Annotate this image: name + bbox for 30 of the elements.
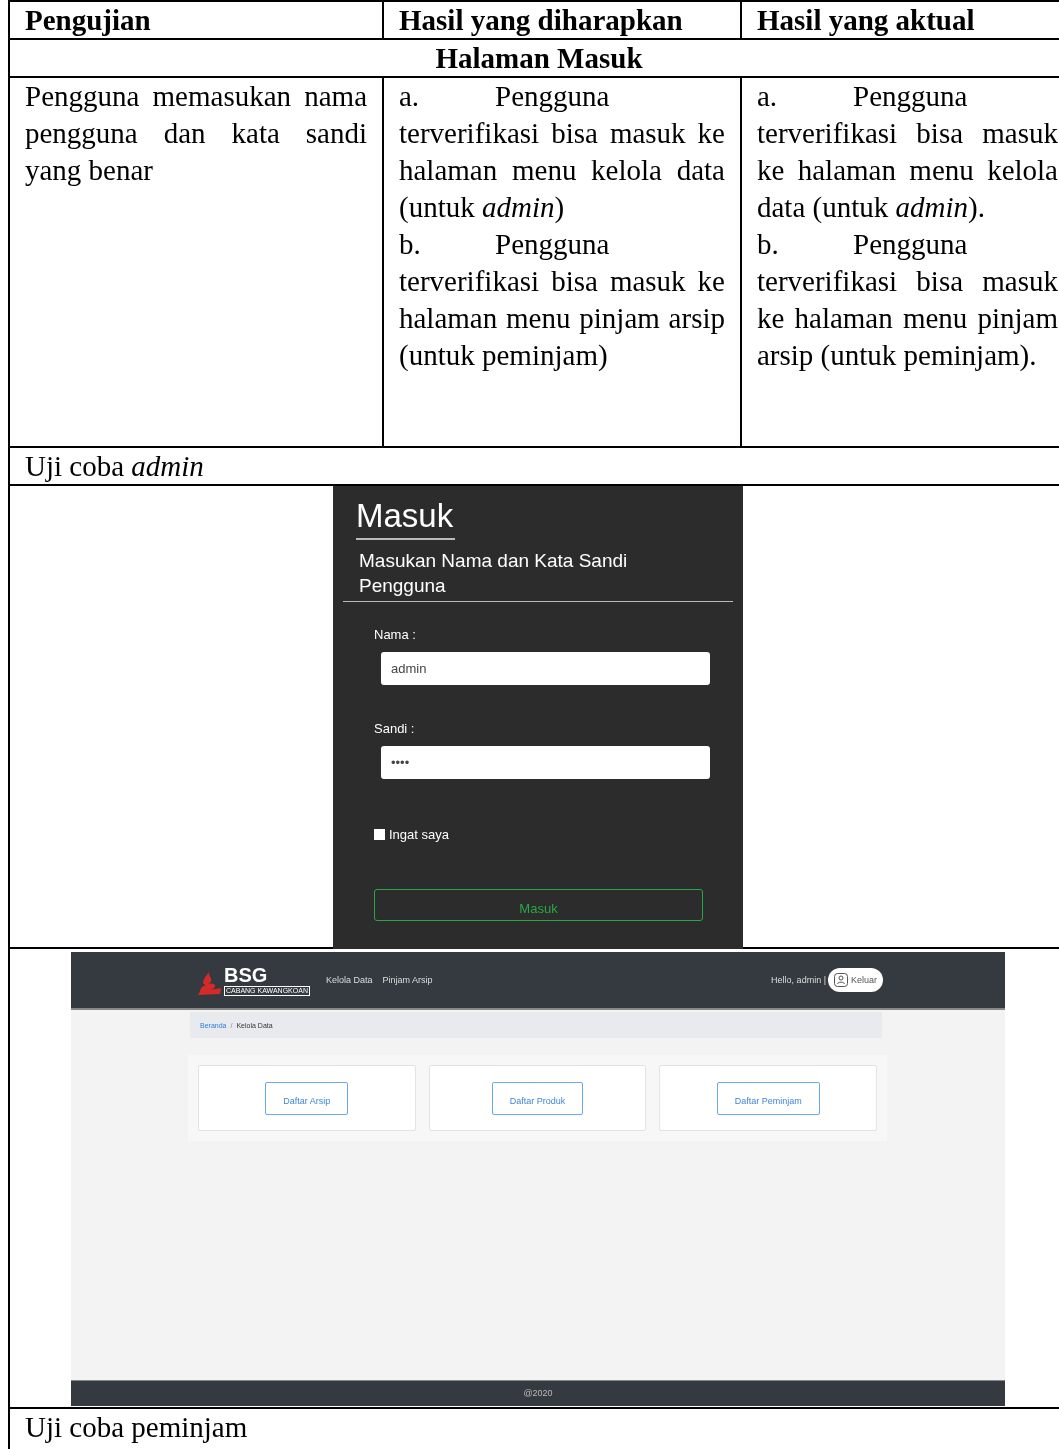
login-title: Masuk bbox=[356, 496, 456, 540]
logo-wordmark: BSG bbox=[224, 964, 268, 985]
list-item: b. Pengguna terverifikasi bisa masuk ke halaman menu pinjam arsip (untuk peminjam) bbox=[399, 227, 725, 373]
field-label: Sandi : bbox=[374, 721, 416, 737]
list-item: a. Pengguna terverifikasi bisa masuk ke halaman menu kelola data (untuk admin) bbox=[399, 79, 725, 225]
nav-link[interactable]: Kelola Data bbox=[325, 961, 373, 999]
checkbox[interactable] bbox=[374, 829, 385, 840]
text-field[interactable]: •••• bbox=[381, 746, 710, 779]
logout-button[interactable]: Keluar bbox=[828, 968, 883, 992]
menu-button[interactable]: Daftar Arsip bbox=[265, 1081, 349, 1115]
column-header: Pengujian bbox=[10, 2, 384, 38]
menu-button[interactable]: Daftar Peminjam bbox=[716, 1081, 820, 1115]
column-header: Hasil yang diharapkan bbox=[384, 2, 742, 38]
checkbox-label: Ingat saya bbox=[389, 826, 449, 844]
user-icon bbox=[834, 973, 848, 987]
section-title: Halaman Masuk bbox=[10, 40, 1059, 78]
login-button[interactable]: Masuk bbox=[374, 889, 703, 921]
row-label: Uji coba admin bbox=[25, 450, 204, 482]
row-label: Uji coba peminjam bbox=[25, 1411, 248, 1443]
list-item: a. Pengguna terverifikasi bisa masuk ke halaman menu kelola data (untuk admin). bbox=[757, 79, 1058, 225]
field-label: Nama : bbox=[374, 627, 417, 643]
text-field[interactable]: admin bbox=[381, 652, 710, 685]
menu-button[interactable]: Daftar Produk bbox=[491, 1081, 584, 1115]
table-cell-text: Pengguna memasukan nama pengguna dan kata sandi yang benar bbox=[25, 79, 367, 188]
footer-text: @2020 bbox=[523, 1387, 553, 1400]
greeting-text: Hello, admin | bbox=[771, 973, 826, 987]
list-item: b. Pengguna terverifikasi bisa masuk ke halaman menu pinjam arsip (untuk peminjam). bbox=[757, 227, 1058, 373]
login-subtitle: Masukan Nama dan Kata Sandi Pengguna bbox=[343, 548, 733, 602]
nav-link[interactable]: Pinjam Arsip bbox=[382, 961, 433, 999]
column-header: Hasil yang aktual bbox=[742, 2, 1059, 38]
